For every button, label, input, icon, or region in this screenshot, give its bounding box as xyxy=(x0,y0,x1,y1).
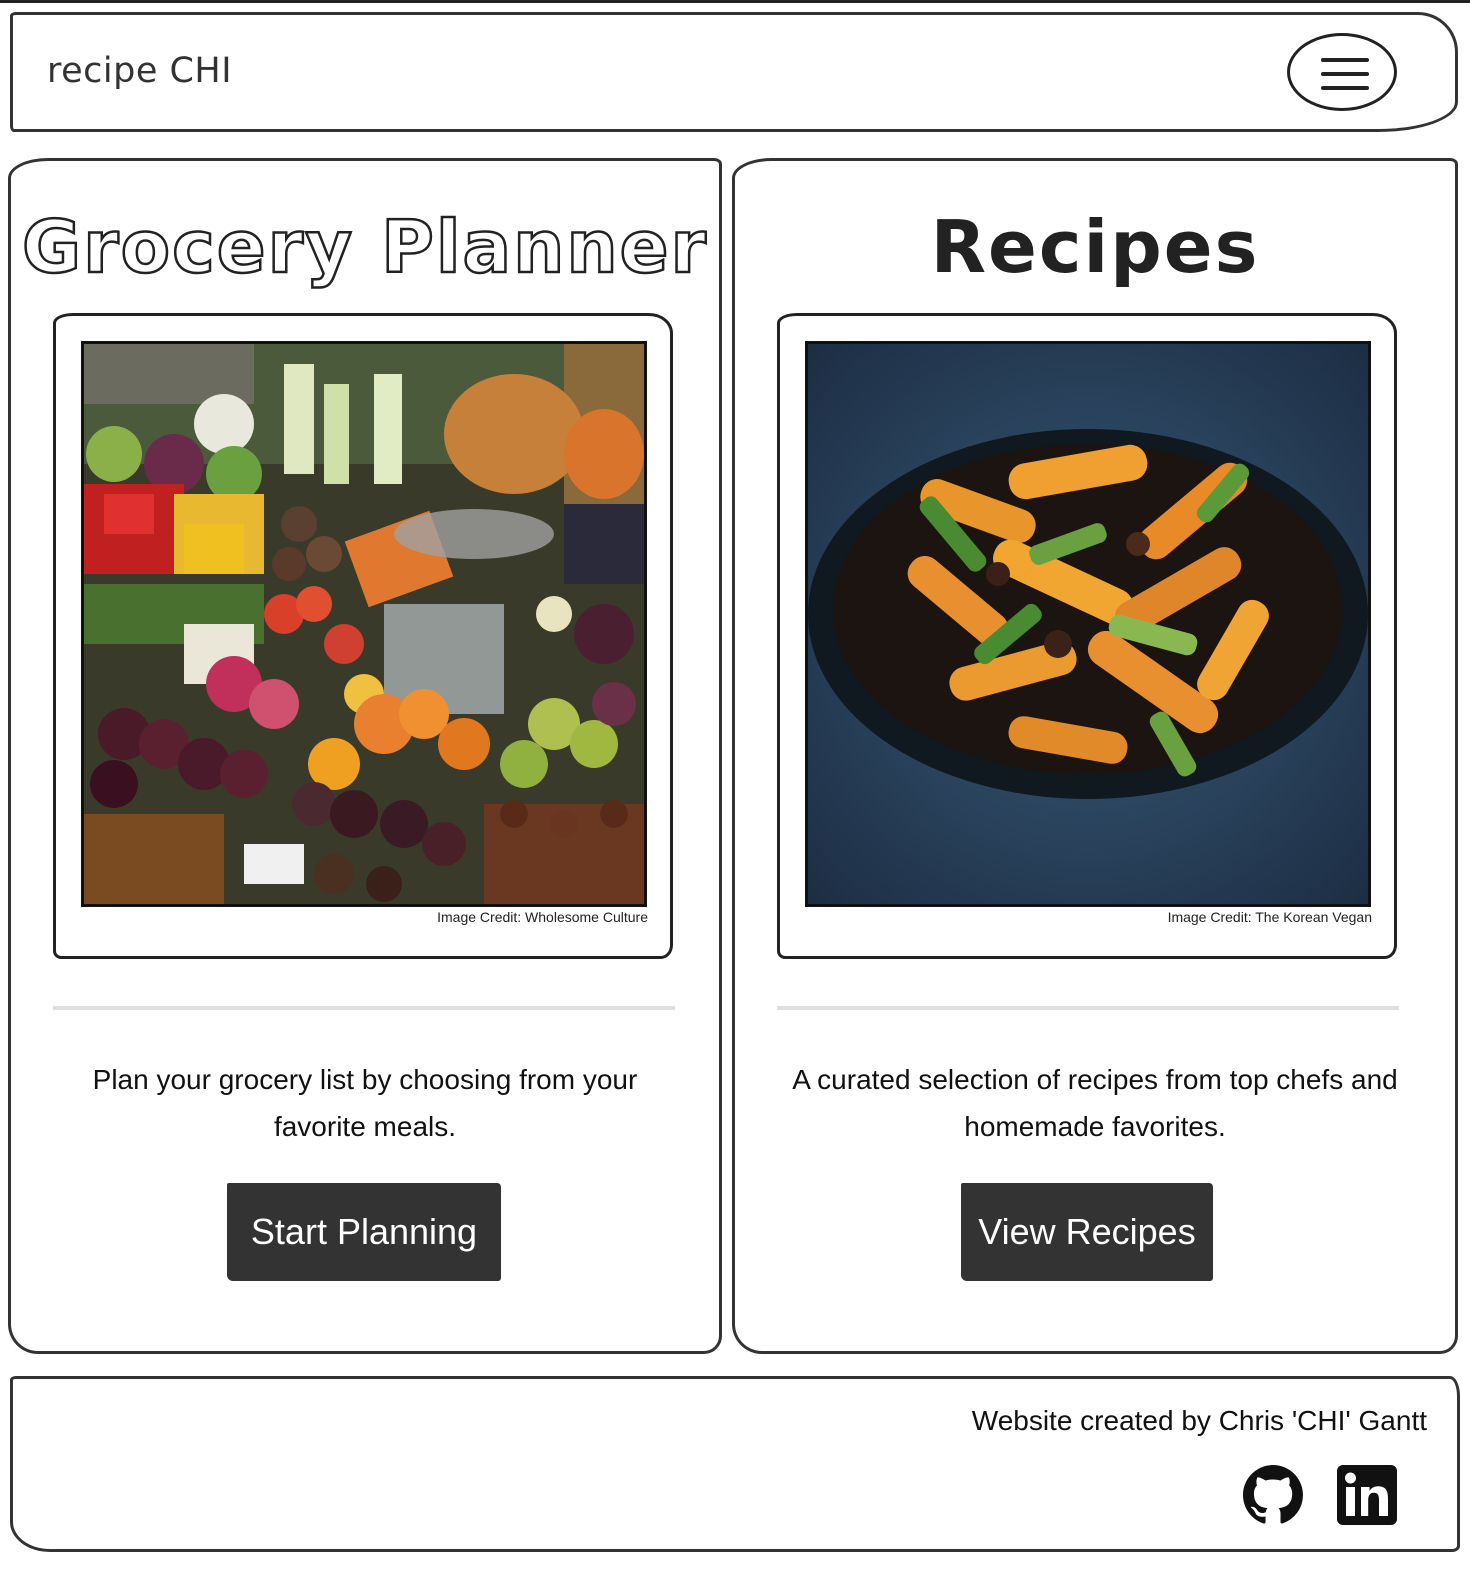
divider xyxy=(777,1006,1399,1010)
footer: Website created by Chris 'CHI' Gantt xyxy=(10,1376,1460,1552)
recipes-card: Recipes Image Credit: The Korean Vegan A… xyxy=(732,158,1458,1354)
grocery-planner-card: Grocery Planner Image Credit: Wholesome … xyxy=(8,158,722,1354)
image-credit: Image Credit: The Korean Vegan xyxy=(1167,909,1372,925)
top-border xyxy=(0,0,1470,3)
divider xyxy=(53,1006,675,1010)
image-frame: Image Credit: The Korean Vegan xyxy=(777,313,1397,959)
grocery-market-image xyxy=(81,341,647,907)
view-recipes-button[interactable]: View Recipes xyxy=(961,1183,1213,1281)
card-description: Plan your grocery list by choosing from … xyxy=(92,1064,638,1142)
github-icon[interactable] xyxy=(1243,1465,1303,1525)
brand-link[interactable]: recipe CHI xyxy=(47,51,232,91)
footer-credit: Website created by Chris 'CHI' Gantt xyxy=(971,1405,1427,1436)
image-credit: Image Credit: Wholesome Culture xyxy=(437,909,648,925)
navbar: recipe CHI xyxy=(10,12,1458,132)
linkedin-icon[interactable] xyxy=(1337,1465,1397,1525)
dish-image xyxy=(805,341,1371,907)
card-description: A curated selection of recipes from top … xyxy=(792,1064,1398,1142)
start-planning-button[interactable]: Start Planning xyxy=(227,1183,501,1281)
card-title: Recipes xyxy=(930,205,1260,289)
menu-toggle-button[interactable] xyxy=(1287,33,1397,111)
image-frame: Image Credit: Wholesome Culture xyxy=(53,313,673,959)
card-title: Grocery Planner xyxy=(21,204,708,291)
